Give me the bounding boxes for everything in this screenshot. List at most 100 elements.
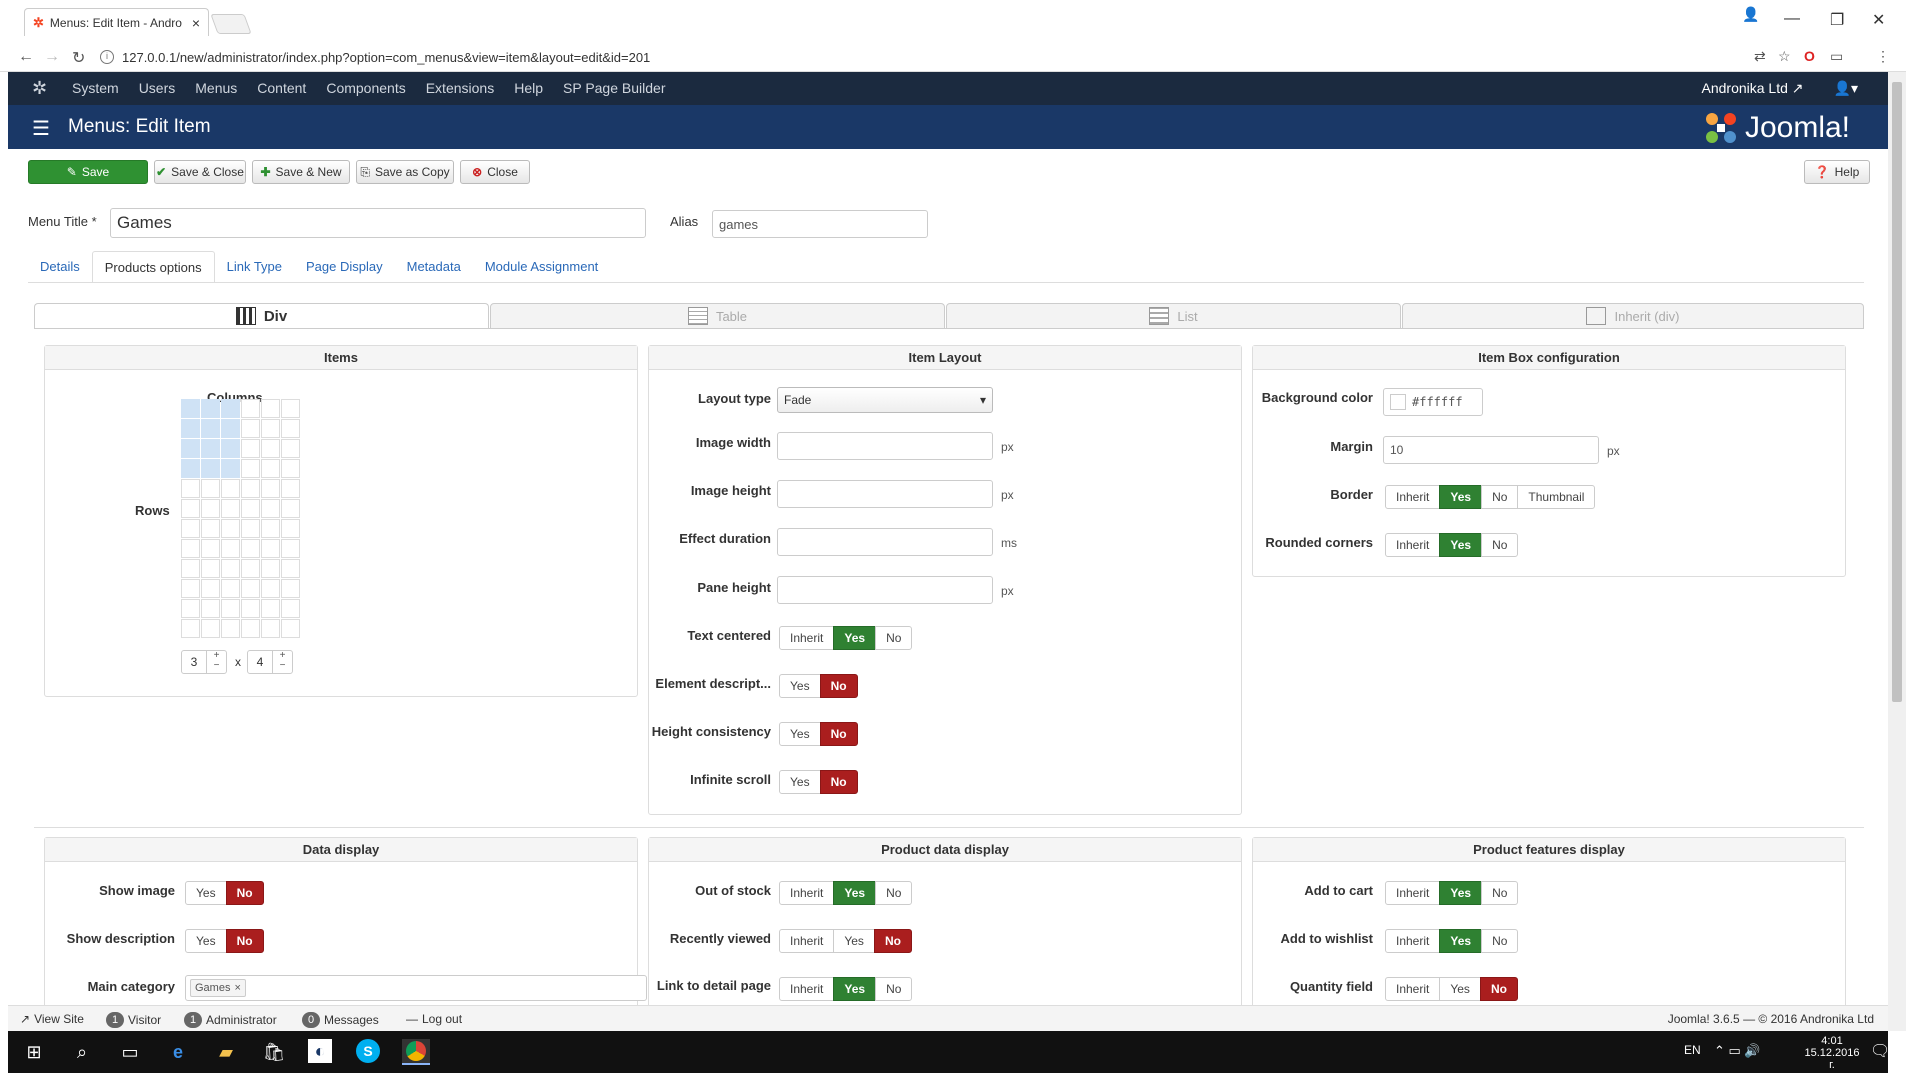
visitor-status[interactable]: 1 Visitor (106, 1012, 161, 1028)
out-of-stock-no[interactable]: No (875, 881, 913, 905)
border-thumbnail[interactable]: Thumbnail (1517, 485, 1596, 509)
rounded-inherit[interactable]: Inherit (1385, 533, 1441, 557)
nav-item-content[interactable]: Content (257, 80, 306, 96)
background-color-input[interactable]: #ffffff (1383, 388, 1483, 416)
show-image-yes[interactable]: Yes (185, 881, 227, 905)
save-close-button[interactable]: ✔ Save & Close (154, 160, 246, 184)
nav-item-sp-page-builder[interactable]: SP Page Builder (563, 80, 665, 96)
nav-item-users[interactable]: Users (139, 80, 176, 96)
quantity-inherit[interactable]: Inherit (1385, 977, 1441, 1001)
profile-icon[interactable]: 👤 (1742, 6, 1759, 23)
main-category-input[interactable]: Games × (185, 975, 647, 1001)
menu-dots-icon[interactable]: ⋮ (1876, 48, 1890, 65)
image-height-input[interactable] (777, 480, 993, 508)
tab-module-assignment[interactable]: Module Assignment (473, 251, 610, 283)
link-detail-inherit[interactable]: Inherit (779, 977, 835, 1001)
help-button[interactable]: ❓ Help (1804, 160, 1870, 184)
text-centered-yes[interactable]: Yes (833, 626, 877, 650)
messages-status[interactable]: 0 Messages (302, 1012, 379, 1028)
nav-item-extensions[interactable]: Extensions (426, 80, 494, 96)
view-site-link[interactable]: ↗ View Site (20, 1012, 84, 1026)
remove-tag-icon[interactable]: × (234, 982, 240, 994)
file-explorer-icon[interactable]: ▰ (212, 1039, 240, 1065)
text-centered-inherit[interactable]: Inherit (779, 626, 835, 650)
site-info-icon[interactable]: i (100, 50, 114, 64)
add-to-cart-yes[interactable]: Yes (1439, 881, 1483, 905)
nav-item-components[interactable]: Components (326, 80, 405, 96)
add-to-wishlist-no[interactable]: No (1481, 929, 1519, 953)
search-icon[interactable]: ⌕ (68, 1039, 96, 1065)
user-menu-icon[interactable]: 👤▾ (1834, 80, 1858, 97)
columns-plus-minus[interactable]: + − (206, 651, 226, 673)
joomla-brand-icon[interactable]: ✲ (32, 78, 47, 99)
forward-icon[interactable]: → (44, 48, 60, 66)
alias-input[interactable]: games (712, 210, 928, 238)
restore-icon[interactable]: ❐ (1830, 10, 1844, 30)
rounded-yes[interactable]: Yes (1439, 533, 1483, 557)
recently-viewed-no[interactable]: No (873, 929, 912, 953)
element-description-no[interactable]: No (819, 674, 858, 698)
link-detail-no[interactable]: No (875, 977, 913, 1001)
skype-icon[interactable]: S (356, 1039, 380, 1063)
add-to-cart-no[interactable]: No (1481, 881, 1519, 905)
back-icon[interactable]: ← (18, 48, 34, 66)
image-width-input[interactable] (777, 432, 993, 460)
show-description-yes[interactable]: Yes (185, 929, 227, 953)
add-to-cart-inherit[interactable]: Inherit (1385, 881, 1441, 905)
tab-metadata[interactable]: Metadata (395, 251, 473, 283)
bookmark-star-icon[interactable]: ☆ (1778, 48, 1791, 65)
pane-height-input[interactable] (777, 576, 993, 604)
app-icon[interactable]: ◐ (308, 1039, 332, 1063)
add-to-wishlist-inherit[interactable]: Inherit (1385, 929, 1441, 953)
layout-tab-inherit[interactable]: Inherit (div) (1402, 303, 1864, 329)
notifications-icon[interactable]: 🗨 (1870, 1041, 1890, 1061)
minimize-icon[interactable]: — (1784, 10, 1800, 28)
recently-viewed-inherit[interactable]: Inherit (779, 929, 835, 953)
tab-details[interactable]: Details (28, 251, 92, 283)
clock[interactable]: 4:01 15.12.2016 г. (1802, 1035, 1862, 1071)
menu-title-input[interactable]: Games (110, 208, 646, 238)
language-indicator[interactable]: EN (1684, 1043, 1701, 1057)
infinite-scroll-yes[interactable]: Yes (779, 770, 821, 794)
effect-duration-input[interactable] (777, 528, 993, 556)
link-detail-yes[interactable]: Yes (833, 977, 877, 1001)
quantity-no[interactable]: No (1479, 977, 1518, 1001)
add-to-wishlist-yes[interactable]: Yes (1439, 929, 1483, 953)
out-of-stock-inherit[interactable]: Inherit (779, 881, 835, 905)
reload-icon[interactable]: ↻ (72, 48, 85, 68)
border-yes[interactable]: Yes (1439, 485, 1483, 509)
columns-stepper[interactable]: 3 + − (181, 650, 227, 674)
rows-plus-minus[interactable]: + − (272, 651, 292, 673)
store-icon[interactable]: 🛍 (260, 1039, 288, 1065)
layout-tab-table[interactable]: Table (490, 303, 945, 329)
edge-icon[interactable]: e (164, 1039, 192, 1065)
chrome-icon[interactable] (402, 1039, 430, 1065)
cast-icon[interactable]: ▭ (1830, 48, 1843, 65)
columns-rows-grid[interactable] (181, 399, 300, 638)
height-consistency-yes[interactable]: Yes (779, 722, 821, 746)
opera-icon[interactable]: O (1804, 48, 1815, 64)
site-link[interactable]: Andronika Ltd ↗ (1702, 80, 1804, 97)
nav-item-menus[interactable]: Menus (195, 80, 237, 96)
border-no[interactable]: No (1481, 485, 1519, 509)
quantity-yes[interactable]: Yes (1439, 977, 1481, 1001)
save-copy-button[interactable]: ⎘ Save as Copy (356, 160, 454, 184)
rounded-no[interactable]: No (1481, 533, 1519, 557)
logout-link[interactable]: — Log out (406, 1012, 462, 1026)
infinite-scroll-no[interactable]: No (819, 770, 858, 794)
nav-item-system[interactable]: System (72, 80, 119, 96)
show-image-no[interactable]: No (225, 881, 264, 905)
tray-icons[interactable]: ⌃ ▭ 🔊 (1714, 1043, 1761, 1059)
out-of-stock-yes[interactable]: Yes (833, 881, 877, 905)
save-button[interactable]: ✎ Save (28, 160, 148, 184)
element-description-yes[interactable]: Yes (779, 674, 821, 698)
administrator-status[interactable]: 1 Administrator (184, 1012, 277, 1028)
close-window-icon[interactable]: ✕ (1872, 10, 1885, 30)
scrollbar-thumb[interactable] (1892, 82, 1902, 702)
new-tab-button[interactable] (210, 14, 252, 34)
url-field[interactable]: i 127.0.0.1/new/administrator/index.php?… (100, 46, 1740, 68)
rows-stepper[interactable]: 4 + − (247, 650, 293, 674)
layout-tab-list[interactable]: List (946, 303, 1401, 329)
show-description-no[interactable]: No (225, 929, 264, 953)
page-scrollbar[interactable] (1888, 72, 1906, 1031)
